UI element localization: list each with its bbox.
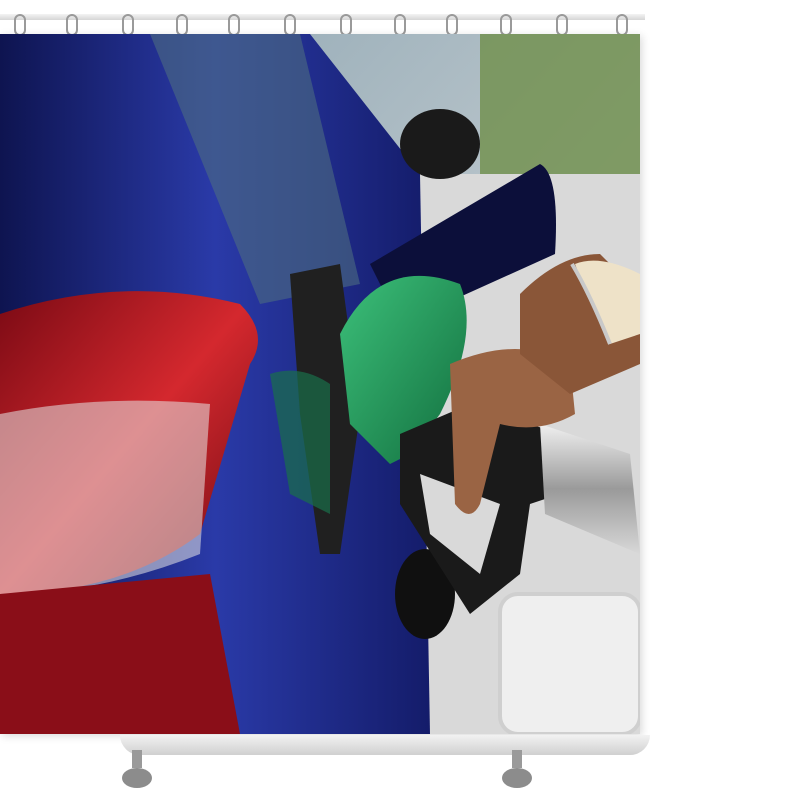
curtain-ring-icon: [616, 14, 628, 36]
tub-foot-icon: [502, 750, 532, 788]
foliage: [480, 34, 640, 174]
bumper: [0, 574, 240, 734]
curtain-rod: [0, 14, 645, 20]
curtain-ring-icon: [122, 14, 134, 36]
curtain-ring-icon: [14, 14, 26, 36]
tub-foot-icon: [122, 750, 152, 788]
curtain-ring-icon: [394, 14, 406, 36]
curtain-ring-icon: [284, 14, 296, 36]
side-mirror: [400, 109, 480, 179]
bathtub-edge: [120, 735, 650, 755]
bucket: [498, 592, 640, 734]
curtain-ring-icon: [340, 14, 352, 36]
curtain-ring-icon: [176, 14, 188, 36]
curtain-ring-icon: [228, 14, 240, 36]
fueling-photo: [0, 34, 640, 734]
curtain-ring-icon: [556, 14, 568, 36]
curtain-ring-icon: [500, 14, 512, 36]
curtain-ring-icon: [66, 14, 78, 36]
curtain-ring-icon: [446, 14, 458, 36]
product-image: [0, 0, 800, 800]
shower-curtain: [0, 34, 640, 734]
